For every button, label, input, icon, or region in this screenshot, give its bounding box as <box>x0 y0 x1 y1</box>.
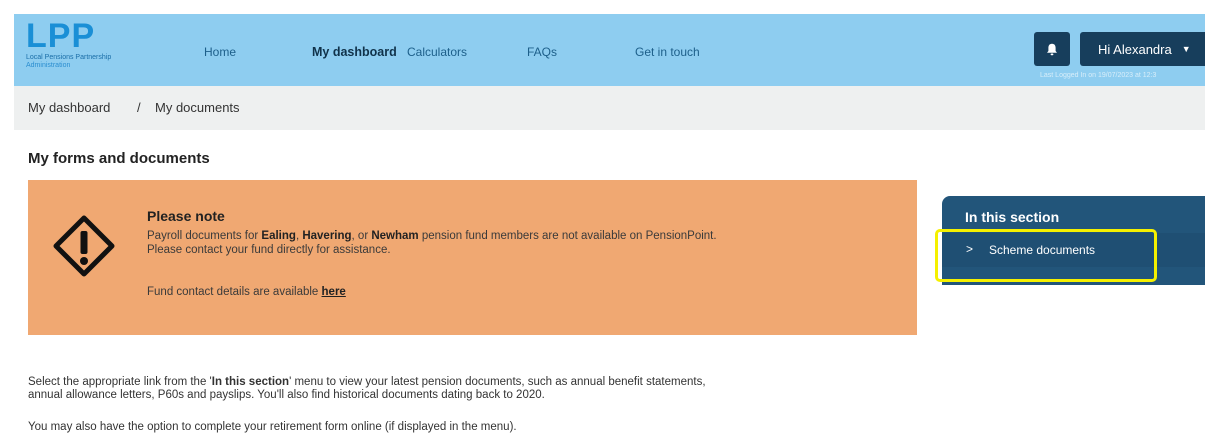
breadcrumb-my-dashboard[interactable]: My dashboard <box>28 100 110 115</box>
breadcrumb-my-documents: My documents <box>155 100 240 115</box>
logo-subtitle: Local Pensions Partnership <box>26 54 112 61</box>
nav-home[interactable]: Home <box>204 45 236 59</box>
notice-line2: Please contact your fund directly for as… <box>147 244 391 256</box>
contact-details-link[interactable]: here <box>322 286 346 298</box>
notice-contact: Fund contact details are available here <box>147 286 346 298</box>
page-title: My forms and documents <box>28 150 210 167</box>
fund-newham: Newham <box>371 230 419 242</box>
nav-get-in-touch[interactable]: Get in touch <box>635 45 700 59</box>
nav-calculators[interactable]: Calculators <box>407 45 467 59</box>
fund-havering: Havering <box>302 230 352 242</box>
body-paragraph-1-line2: annual allowance letters, P60s and paysl… <box>28 389 545 401</box>
notice-title: Please note <box>147 208 225 224</box>
lpp-logo[interactable]: LPP Local Pensions Partnership Administr… <box>26 18 111 70</box>
bell-icon <box>1047 43 1057 55</box>
logo-subtitle-2: Administration <box>26 62 71 69</box>
nav-my-dashboard[interactable]: My dashboard <box>312 45 397 59</box>
top-header: LPP Local Pensions Partnership Administr… <box>14 14 1205 86</box>
nav-faqs[interactable]: FAQs <box>527 45 557 59</box>
notifications-button[interactable] <box>1034 32 1070 66</box>
last-login-text: Last Logged In on 19/07/2023 at 12:3 <box>1040 72 1157 79</box>
breadcrumb-separator: / <box>137 100 141 115</box>
breadcrumb: My dashboard / My documents <box>14 86 1205 130</box>
caret-down-icon: ▼ <box>1181 44 1191 54</box>
fund-ealing: Ealing <box>261 230 296 242</box>
notice-box: Please note Payroll documents for Ealing… <box>28 180 917 335</box>
logo-mark: LPP <box>26 17 96 55</box>
user-greeting: Hi Alexandra <box>1098 41 1172 57</box>
body-paragraph-1: Select the appropriate link from the 'In… <box>28 376 706 388</box>
warning-diamond-icon <box>52 214 116 283</box>
user-menu-button[interactable]: Hi Alexandra ▼ <box>1080 32 1205 66</box>
highlight-box <box>935 229 1157 282</box>
section-title: In this section <box>965 209 1060 225</box>
notice-text: Payroll documents for Ealing, Havering, … <box>147 230 717 256</box>
body-paragraph-2: You may also have the option to complete… <box>28 421 517 433</box>
